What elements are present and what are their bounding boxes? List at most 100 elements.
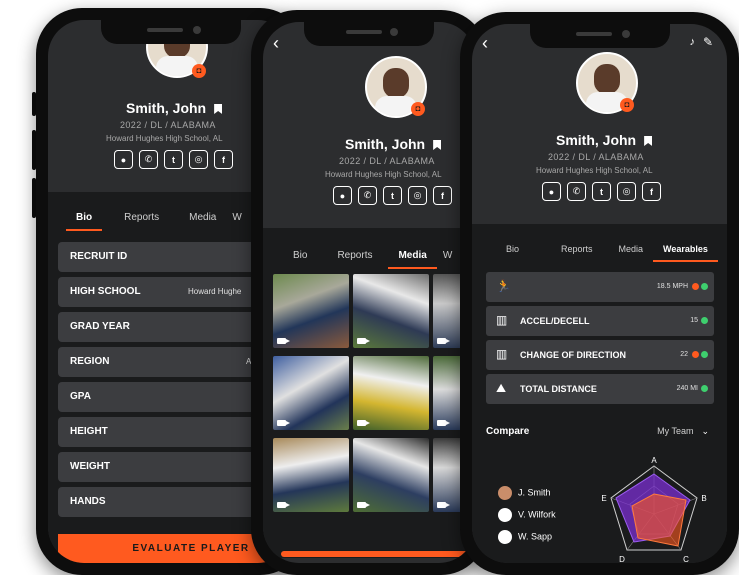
profile-tabs: Bio Reports Media W [65,212,242,231]
status-green-dot [701,317,708,324]
video-icon [277,502,290,508]
radar-axis-label-b: B [701,494,706,503]
phone-icon[interactable]: ✆ [358,186,377,205]
tab-wearables[interactable]: W [443,250,452,261]
radar-series-orange [631,493,687,547]
status-orange-dot [692,283,699,290]
twitter-icon[interactable]: t [164,150,183,169]
instagram-icon[interactable]: ◎ [189,150,208,169]
social-links: ● ✆ t ◎ f [333,186,452,205]
metric-accel-decell[interactable]: ▥ ACCEL/DECELL 15 [486,306,714,336]
tab-media[interactable]: Media [388,250,438,269]
player-name: Smith, John [345,136,442,152]
bookmark-icon[interactable] [644,136,653,146]
phone-wearables: ‹ ♪ ✎ ◘ Smith, John 2022 / DL / ALABAMA … [460,12,739,575]
tab-bio[interactable]: Bio [506,244,519,254]
tab-bio[interactable]: Bio [65,212,103,231]
social-links: ● ✆ t ◎ f [114,150,233,169]
chevron-down-icon: ⌄ [701,426,709,436]
metric-change-of-direction[interactable]: ▥ CHANGE OF DIRECTION 22 [486,340,714,370]
profile-tabs: Bio Reports Media W [293,250,452,269]
metric-total-distance[interactable]: ⛰ TOTAL DISTANCE 240 MI [486,374,714,404]
sprint-icon: 🏃 [496,279,511,293]
back-icon[interactable]: ‹ [482,34,488,52]
instagram-icon[interactable]: ◎ [408,186,427,205]
status-green-dot [701,351,708,358]
team-select[interactable]: My Team ⌄ [657,426,709,437]
video-icon [437,338,450,344]
media-thumbnail[interactable] [273,356,349,430]
phone-notch [304,22,434,46]
player-school: Howard Hughes High School, AL [106,134,223,143]
tab-media[interactable]: Media [189,212,216,223]
phone-media: ‹ ◘ Smith, John 2022 / DL / ALABAMA Howa… [251,10,487,575]
bell-icon[interactable]: ♪ [690,36,696,48]
tab-media[interactable]: Media [619,244,644,254]
media-thumbnail[interactable] [273,274,349,348]
legend-item[interactable]: J. Smith [498,486,551,500]
video-icon [277,338,290,344]
tab-reports[interactable]: Reports [561,244,593,254]
twitter-icon[interactable]: t [592,182,611,201]
edit-icon[interactable]: ✎ [703,35,713,49]
message-icon[interactable]: ● [114,150,133,169]
phone-icon[interactable]: ✆ [139,150,158,169]
evaluate-player-button[interactable] [281,551,475,557]
camera-icon[interactable]: ◘ [620,98,634,112]
radar-axis-label-a: A [651,456,657,465]
tab-wearables[interactable]: W [232,212,241,223]
facebook-icon[interactable]: f [642,182,661,201]
player-meta: 2022 / DL / ALABAMA [120,120,216,130]
status-green-dot [701,283,708,290]
player-meta: 2022 / DL / ALABAMA [548,152,644,162]
tab-reports[interactable]: Reports [337,250,372,261]
tab-reports[interactable]: Reports [124,212,159,223]
bookmark-icon[interactable] [433,140,442,150]
legend-item[interactable]: W. Sapp [498,530,552,544]
profile-tabs: Bio Reports Media Wearables [506,244,718,262]
wearables-screen: ‹ ♪ ✎ ◘ Smith, John 2022 / DL / ALABAMA … [472,24,727,563]
video-icon [277,420,290,426]
facebook-icon[interactable]: f [433,186,452,205]
bookmark-icon[interactable] [214,104,223,114]
phone-icon[interactable]: ✆ [567,182,586,201]
tab-wearables[interactable]: Wearables [653,244,718,262]
accel-icon: ▥ [496,313,508,327]
facebook-icon[interactable]: f [214,150,233,169]
tab-bio[interactable]: Bio [293,250,307,261]
video-icon [357,502,370,508]
twitter-icon[interactable]: t [383,186,402,205]
back-icon[interactable]: ‹ [273,34,279,52]
camera-icon[interactable]: ◘ [411,102,425,116]
media-thumbnail[interactable] [353,356,429,430]
avatar [498,530,512,544]
video-icon [437,420,450,426]
legend-item[interactable]: V. Wilfork [498,508,556,522]
player-name: Smith, John [126,100,223,116]
camera-icon[interactable]: ◘ [192,64,206,78]
media-thumbnail[interactable] [353,274,429,348]
direction-icon: ▥ [496,347,508,361]
message-icon[interactable]: ● [542,182,561,201]
message-icon[interactable]: ● [333,186,352,205]
instagram-icon[interactable]: ◎ [617,182,636,201]
media-thumbnail[interactable] [353,438,429,512]
metric-top-speed[interactable]: 🏃 18.5 MPH [486,272,714,302]
radar-axis-label-e: E [601,494,606,503]
media-thumbnail[interactable] [273,438,349,512]
avatar [498,486,512,500]
status-green-dot [701,385,708,392]
social-links: ● ✆ t ◎ f [542,182,661,201]
media-screen: ‹ ◘ Smith, John 2022 / DL / ALABAMA Howa… [263,22,475,563]
avatar [498,508,512,522]
radar-axis-label-d: D [619,555,625,563]
compare-label: Compare [486,426,530,437]
video-icon [437,502,450,508]
distance-icon: ⛰ [496,381,507,395]
status-orange-dot [692,351,699,358]
player-school: Howard Hughes High School, AL [325,170,442,179]
video-icon [357,420,370,426]
phone-notch [529,24,670,48]
radar-axis-label-c: C [683,555,689,563]
video-icon [357,338,370,344]
